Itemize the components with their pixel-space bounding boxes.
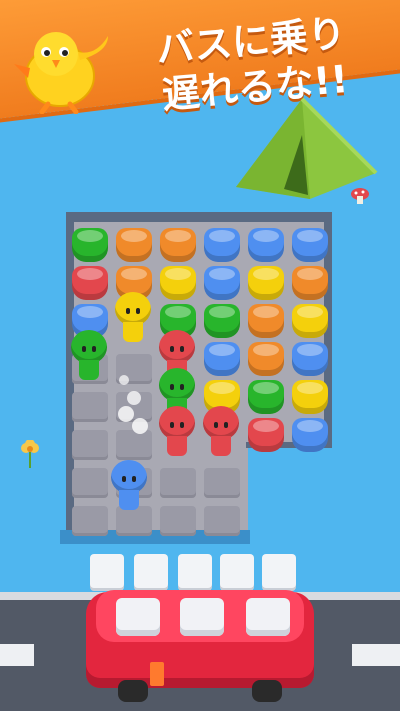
waiting-slot [262, 554, 296, 588]
peg-blue[interactable] [204, 266, 240, 300]
bus-wheel [118, 680, 148, 702]
waiting-slot [220, 554, 254, 588]
waiting-slot [178, 554, 212, 588]
peg-orange[interactable] [248, 304, 284, 338]
passenger-green[interactable] [70, 330, 108, 382]
passenger-legs [123, 322, 143, 342]
walking-passenger[interactable] [110, 460, 148, 512]
passenger-legs [79, 360, 99, 380]
eye [170, 422, 174, 428]
peg-blue[interactable] [204, 342, 240, 376]
passenger-head [111, 460, 147, 494]
eye [170, 384, 174, 390]
peg-blue[interactable] [292, 342, 328, 376]
passenger-red[interactable] [202, 406, 240, 458]
water-area [248, 444, 400, 540]
peg-blue[interactable] [292, 418, 328, 452]
peg-green[interactable] [248, 380, 284, 414]
peg-orange[interactable] [160, 228, 196, 262]
floor-tile [72, 392, 108, 422]
peg-blue[interactable] [204, 228, 240, 262]
passenger-legs [211, 436, 231, 456]
lane-marking [352, 644, 400, 666]
eye [132, 476, 136, 482]
smoke-trail [118, 375, 148, 434]
passenger-head [203, 406, 239, 440]
peg-red[interactable] [248, 418, 284, 452]
flower-icon [21, 440, 39, 468]
floor-tile [72, 506, 108, 536]
eye [126, 308, 130, 314]
bus-seat [180, 598, 224, 636]
eye [180, 422, 184, 428]
waiting-slots [90, 554, 300, 588]
mushroom-icon [351, 188, 369, 204]
passenger-head [159, 368, 195, 402]
floor-tile [204, 468, 240, 498]
passenger-head [71, 330, 107, 364]
waiting-slot [134, 554, 168, 588]
eye [180, 346, 184, 352]
peg-orange[interactable] [248, 342, 284, 376]
peg-red[interactable] [72, 266, 108, 300]
eye [224, 422, 228, 428]
passenger-head [115, 292, 151, 326]
eye [170, 346, 174, 352]
bird-mascot-icon [14, 32, 108, 114]
floor-tile [72, 430, 108, 460]
eye [92, 346, 96, 352]
board-wall [66, 212, 332, 222]
waiting-slot [90, 554, 124, 588]
floor-tile [204, 506, 240, 536]
bus-seat [246, 598, 290, 636]
floor-tile [160, 468, 196, 498]
bus-wheel [252, 680, 282, 702]
peg-yellow[interactable] [248, 266, 284, 300]
peg-orange[interactable] [116, 228, 152, 262]
bus-seat [116, 598, 160, 636]
eye [82, 346, 86, 352]
bus-grill [150, 662, 164, 686]
lane-marking [0, 644, 34, 666]
passenger-legs [167, 436, 187, 456]
passenger-yellow[interactable] [114, 292, 152, 344]
eye [180, 384, 184, 390]
eye [122, 476, 126, 482]
peg-green[interactable] [204, 304, 240, 338]
floor-tile [72, 468, 108, 498]
passenger-head [159, 330, 195, 364]
peg-blue[interactable] [292, 228, 328, 262]
peg-yellow[interactable] [292, 380, 328, 414]
floor-tile [160, 506, 196, 536]
eye [214, 422, 218, 428]
peg-orange[interactable] [292, 266, 328, 300]
passenger-head [159, 406, 195, 440]
passenger-legs [119, 490, 139, 510]
peg-yellow[interactable] [292, 304, 328, 338]
peg-blue[interactable] [248, 228, 284, 262]
eye [136, 308, 140, 314]
peg-yellow[interactable] [160, 266, 196, 300]
passenger-red[interactable] [158, 406, 196, 458]
peg-green[interactable] [72, 228, 108, 262]
